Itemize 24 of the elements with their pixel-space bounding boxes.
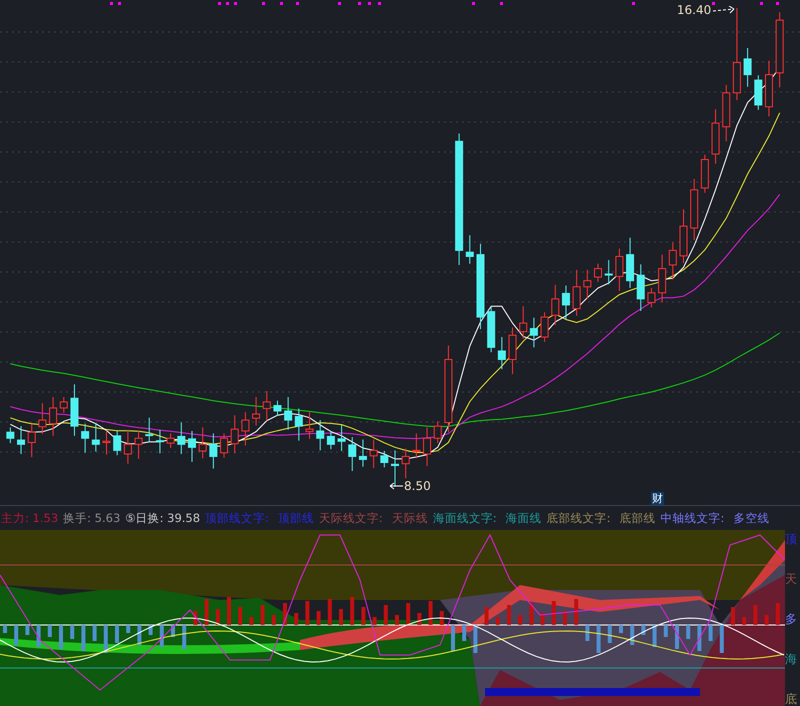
- axis-label: 顶: [785, 532, 798, 546]
- indicator-value: 底部线文字:: [546, 510, 611, 526]
- indicator-value: 中轴线文字:: [660, 510, 724, 526]
- axis-label: 多: [785, 612, 798, 626]
- event-badge[interactable]: 财: [651, 492, 664, 505]
- axis-label: 天: [785, 572, 798, 586]
- indicator-band: [740, 540, 785, 600]
- indicator-value: 主力: 1.53: [1, 510, 58, 526]
- indicator-value: 海面线: [506, 510, 542, 526]
- indicator-value: 顶部线文字:: [205, 510, 269, 526]
- indicator-value: 底部线: [620, 510, 656, 526]
- arrow-icon: [713, 6, 736, 14]
- axis-label: 底: [785, 692, 798, 706]
- indicator-value: 换手: 5.63: [63, 510, 120, 526]
- axis-label: 海: [785, 652, 798, 666]
- indicator-value: 天际线文字:: [318, 510, 383, 526]
- indicator-value: 顶部线: [278, 510, 314, 526]
- indicator-value: 海面线文字:: [432, 510, 497, 526]
- indicator-value: ⑤日换: 39.58: [125, 510, 200, 526]
- low-price-label: 8.50: [404, 479, 431, 493]
- arrow-icon: [389, 482, 403, 490]
- indicator-value: 多空线: [733, 510, 770, 526]
- indicator-value: 天际线: [392, 510, 428, 526]
- high-price-label: 16.40: [676, 3, 712, 17]
